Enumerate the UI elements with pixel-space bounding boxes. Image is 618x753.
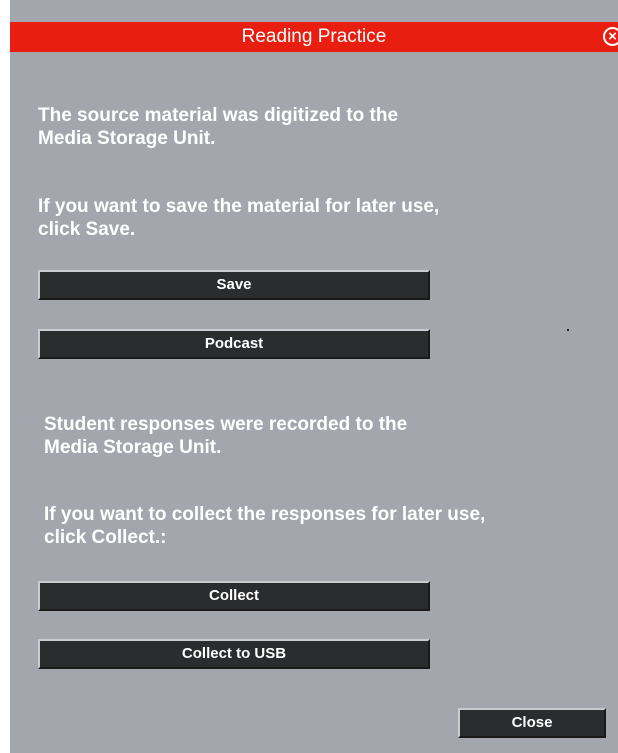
- collect-button[interactable]: Collect: [38, 581, 430, 611]
- save-button[interactable]: Save: [38, 270, 430, 300]
- title-bar: Reading Practice ×: [10, 22, 618, 52]
- close-button-label: Close: [511, 714, 553, 731]
- digitized-message: The source material was digitized to the…: [38, 105, 399, 149]
- close-icon[interactable]: ×: [603, 27, 618, 46]
- responses-message: Student responses were recorded to the M…: [44, 414, 408, 458]
- collect-instruction: If you want to collect the responses for…: [44, 504, 486, 548]
- save-button-label: Save: [216, 276, 252, 293]
- podcast-button[interactable]: Podcast: [38, 329, 430, 359]
- reading-practice-dialog: Reading Practice × The source material w…: [0, 0, 618, 753]
- collect-button-label: Collect: [208, 587, 259, 604]
- podcast-button-label: Podcast: [204, 335, 264, 352]
- collect-to-usb-button[interactable]: Collect to USB: [38, 639, 430, 669]
- collect-to-usb-button-label: Collect to USB: [181, 645, 287, 662]
- stray-dot: [567, 329, 569, 331]
- close-button[interactable]: Close: [458, 708, 606, 738]
- dialog-title: Reading Practice: [241, 26, 387, 47]
- save-instruction: If you want to save the material for lat…: [38, 196, 440, 240]
